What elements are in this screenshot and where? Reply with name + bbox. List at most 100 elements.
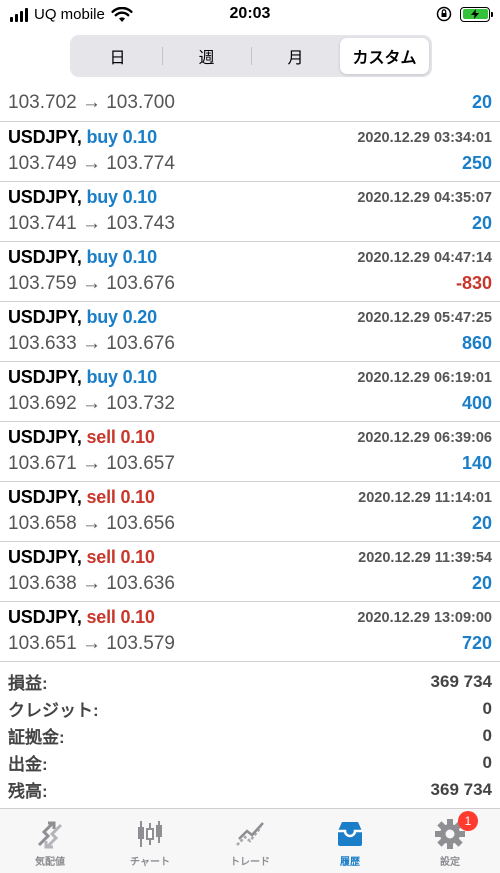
summary-label: 損益:	[8, 674, 48, 693]
bottom-tab-bar: 気配値 チャート トレード 履歴 1 設定	[0, 808, 500, 873]
trade-profit: 20	[471, 213, 492, 233]
trade-profit: 20	[471, 513, 492, 533]
trade-prices: 103.749 → 103.774	[8, 153, 175, 174]
trade-prices: 103.671 → 103.657	[8, 453, 175, 474]
summary-withdrawal: 出金: 0	[0, 749, 500, 776]
trade-profit: 720	[461, 633, 492, 653]
trade-direction: sell 0.10	[86, 547, 155, 567]
trade-profit: -830	[455, 273, 492, 293]
segment-week[interactable]: 週	[162, 38, 251, 74]
trade-prices: 103.741 → 103.743	[8, 213, 175, 234]
trade-symbol: USDJPY,	[8, 427, 82, 447]
trade-icon	[236, 822, 264, 846]
trade-row[interactable]: USDJPY, sell 0.10 2020.12.29 11:14:01 10…	[0, 482, 500, 542]
period-segmented-control: 日 週 月 カスタム	[70, 35, 432, 77]
trade-row[interactable]: USDJPY, buy 0.20 2020.12.29 05:47:25 103…	[0, 302, 500, 362]
status-time: 20:03	[229, 5, 271, 22]
tab-trade[interactable]: トレード	[200, 809, 300, 873]
history-icon	[338, 822, 362, 846]
tab-label: チャート	[130, 857, 170, 868]
tab-settings[interactable]: 1 設定	[400, 809, 500, 873]
history-list[interactable]: 103.702 → 103.700 20 USDJPY, buy 0.10 20…	[0, 85, 500, 663]
trade-prices: 103.633 → 103.676	[8, 333, 175, 354]
trade-row[interactable]: USDJPY, buy 0.10 2020.12.29 04:47:14 103…	[0, 242, 500, 302]
trade-prices: 103.638 → 103.636	[8, 573, 175, 594]
battery-icon	[460, 6, 493, 22]
trade-prices: 103.692 → 103.732	[8, 393, 175, 414]
summary-value: 0	[482, 725, 492, 745]
trade-profit: 860	[461, 333, 492, 353]
status-bar: UQ mobile 20:03	[0, 0, 500, 30]
summary-credit: クレジット: 0	[0, 695, 500, 722]
trade-row[interactable]: USDJPY, buy 0.10 2020.12.29 06:19:01 103…	[0, 362, 500, 422]
trade-time: 2020.12.29 06:39:06	[357, 430, 492, 446]
summary-label: クレジット:	[8, 701, 99, 720]
trade-time: 2020.12.29 04:47:14	[357, 250, 492, 266]
tab-chart[interactable]: チャート	[100, 809, 200, 873]
summary-value: 0	[482, 698, 492, 718]
summary-label: 出金:	[8, 755, 48, 774]
trade-time: 2020.12.29 03:34:01	[357, 130, 492, 146]
trade-prices: 103.651 → 103.579	[8, 633, 175, 654]
trade-symbol: USDJPY,	[8, 127, 82, 147]
notification-badge: 1	[458, 811, 478, 831]
trade-time: 2020.12.29 11:14:01	[358, 490, 492, 506]
trade-prices: 103.759 → 103.676	[8, 273, 175, 294]
summary-deposit: 証拠金: 0	[0, 722, 500, 749]
trade-symbol: USDJPY,	[8, 247, 82, 267]
trade-profit: 140	[461, 453, 492, 473]
trade-symbol: USDJPY,	[8, 487, 82, 507]
summary-label: 証拠金:	[8, 728, 65, 747]
summary-profit: 損益: 369 734	[0, 668, 500, 695]
trade-direction: sell 0.10	[86, 607, 155, 627]
trade-direction: buy 0.20	[86, 307, 157, 327]
trade-direction: buy 0.10	[86, 367, 157, 387]
trade-time: 2020.12.29 04:35:07	[357, 190, 492, 206]
trade-profit: 250	[461, 153, 492, 173]
summary-balance: 残高: 369 734	[0, 776, 500, 803]
segment-month[interactable]: 月	[251, 38, 340, 74]
account-summary: 損益: 369 734 クレジット: 0 証拠金: 0 出金: 0 残高: 36…	[0, 668, 500, 803]
trade-profit: 20	[471, 92, 492, 112]
trade-direction: buy 0.10	[86, 127, 157, 147]
trade-row[interactable]: USDJPY, buy 0.10 2020.12.29 03:34:01 103…	[0, 122, 500, 182]
trade-prices: 103.658 → 103.656	[8, 513, 175, 534]
trade-profit: 20	[471, 573, 492, 593]
trade-row[interactable]: USDJPY, sell 0.10 2020.12.29 13:09:00 10…	[0, 602, 500, 662]
tab-quotes[interactable]: 気配値	[0, 809, 100, 873]
trade-row[interactable]: USDJPY, buy 0.10 2020.12.29 04:35:07 103…	[0, 182, 500, 242]
trade-symbol: USDJPY,	[8, 367, 82, 387]
trade-symbol: USDJPY,	[8, 607, 82, 627]
segment-day[interactable]: 日	[73, 38, 162, 74]
trade-prices: 103.702 → 103.700	[8, 92, 175, 113]
status-right	[436, 6, 493, 22]
trade-symbol: USDJPY,	[8, 187, 82, 207]
summary-value: 369 734	[430, 671, 492, 691]
summary-value: 0	[482, 752, 492, 772]
rotation-lock-icon	[436, 6, 452, 22]
trade-symbol: USDJPY,	[8, 547, 82, 567]
tab-history[interactable]: 履歴	[300, 809, 400, 873]
summary-value: 369 734	[430, 779, 492, 799]
tab-label: 設定	[440, 857, 460, 868]
trade-direction: buy 0.10	[86, 247, 157, 267]
trade-direction: buy 0.10	[86, 187, 157, 207]
trade-direction: sell 0.10	[86, 487, 155, 507]
trade-time: 2020.12.29 05:47:25	[357, 310, 492, 326]
list-item-partial[interactable]: 103.702 → 103.700 20	[0, 85, 500, 122]
quotes-icon	[37, 821, 63, 849]
trade-time: 2020.12.29 11:39:54	[358, 550, 492, 566]
segment-custom[interactable]: カスタム	[340, 38, 429, 74]
trade-direction: sell 0.10	[86, 427, 155, 447]
trade-time: 2020.12.29 13:09:00	[357, 610, 492, 626]
trade-symbol: USDJPY,	[8, 307, 82, 327]
chart-icon	[138, 821, 162, 847]
trade-row[interactable]: USDJPY, sell 0.10 2020.12.29 11:39:54 10…	[0, 542, 500, 602]
trade-profit: 400	[461, 393, 492, 413]
tab-label: 気配値	[35, 857, 65, 868]
trade-time: 2020.12.29 06:19:01	[357, 370, 492, 386]
trade-row[interactable]: USDJPY, sell 0.10 2020.12.29 06:39:06 10…	[0, 422, 500, 482]
tab-label: トレード	[230, 857, 270, 868]
tab-label: 履歴	[340, 857, 360, 868]
summary-label: 残高:	[8, 782, 48, 801]
